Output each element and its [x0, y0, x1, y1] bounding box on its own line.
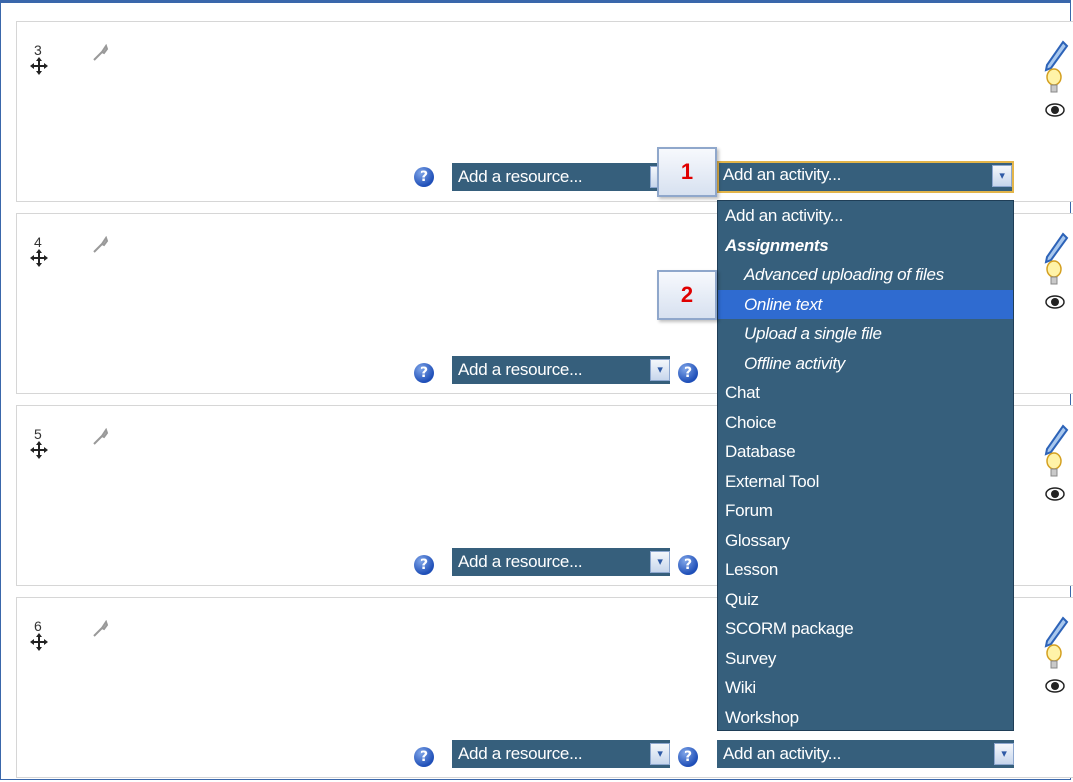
- dropdown-option[interactable]: SCORM package: [718, 614, 1013, 644]
- wrench-icon[interactable]: [91, 620, 109, 638]
- section-number: 5: [34, 426, 42, 442]
- dropdown-option[interactable]: Chat: [718, 378, 1013, 408]
- add-resource-select[interactable]: Add a resource... ▾: [452, 740, 670, 768]
- section-number: 6: [34, 618, 42, 634]
- section-side-icons: [1035, 598, 1073, 718]
- dropdown-option[interactable]: Forum: [718, 496, 1013, 526]
- dropdown-option[interactable]: Glossary: [718, 526, 1013, 556]
- dropdown-option[interactable]: Lesson: [718, 555, 1013, 585]
- move-icon[interactable]: [29, 632, 49, 652]
- help-icon[interactable]: ?: [414, 363, 434, 383]
- wrench-icon[interactable]: [91, 428, 109, 446]
- visibility-eye-icon[interactable]: [1045, 102, 1065, 118]
- move-icon[interactable]: [29, 56, 49, 76]
- add-activity-select[interactable]: Add an activity... ▾: [717, 161, 1014, 193]
- dropdown-option[interactable]: Workshop: [718, 703, 1013, 733]
- add-resource-select-value: Add a resource...: [458, 552, 583, 571]
- step-callout-1: 1: [657, 147, 717, 197]
- add-resource-select-value: Add a resource...: [458, 167, 583, 186]
- add-resource-select[interactable]: Add a resource... ▾: [452, 356, 670, 384]
- dropdown-option[interactable]: Advanced uploading of files: [718, 260, 1013, 290]
- add-activity-select-value: Add an activity...: [723, 165, 842, 184]
- add-activity-select[interactable]: Add an activity... ▾: [717, 740, 1014, 768]
- section-side-icons: [1035, 22, 1073, 142]
- dropdown-option[interactable]: Wiki: [718, 673, 1013, 703]
- wrench-icon[interactable]: [91, 44, 109, 62]
- dropdown-option[interactable]: Add an activity...: [718, 201, 1013, 231]
- section-side-icons: [1035, 214, 1073, 334]
- add-resource-select[interactable]: Add a resource... ▾: [452, 163, 670, 191]
- dropdown-option[interactable]: Upload a single file: [718, 319, 1013, 349]
- highlight-bulb-icon[interactable]: [1045, 451, 1063, 479]
- help-icon[interactable]: ?: [678, 747, 698, 767]
- dropdown-option[interactable]: Survey: [718, 644, 1013, 674]
- chevron-down-icon[interactable]: ▾: [994, 743, 1014, 765]
- add-resource-select[interactable]: Add a resource... ▾: [452, 548, 670, 576]
- step-callout-2: 2: [657, 270, 717, 320]
- wrench-icon[interactable]: [91, 236, 109, 254]
- highlight-bulb-icon[interactable]: [1045, 67, 1063, 95]
- visibility-eye-icon[interactable]: [1045, 678, 1065, 694]
- activity-dropdown-list: Add an activity... Assignments Advanced up…: [717, 200, 1014, 731]
- highlight-bulb-icon[interactable]: [1045, 259, 1063, 287]
- add-activity-select-value: Add an activity...: [723, 744, 842, 763]
- dropdown-option[interactable]: External Tool: [718, 467, 1013, 497]
- section-number: 3: [34, 42, 42, 58]
- help-icon[interactable]: ?: [414, 555, 434, 575]
- dropdown-option[interactable]: Offline activity: [718, 349, 1013, 379]
- chevron-down-icon[interactable]: ▾: [650, 743, 670, 765]
- section-side-icons: [1035, 406, 1073, 526]
- move-icon[interactable]: [29, 440, 49, 460]
- help-icon[interactable]: ?: [678, 363, 698, 383]
- visibility-eye-icon[interactable]: [1045, 486, 1065, 502]
- dropdown-option[interactable]: Online text: [718, 289, 1013, 319]
- help-icon[interactable]: ?: [414, 747, 434, 767]
- chevron-down-icon[interactable]: ▾: [650, 359, 670, 381]
- dropdown-option[interactable]: Choice: [718, 408, 1013, 438]
- add-resource-select-value: Add a resource...: [458, 744, 583, 763]
- section-number: 4: [34, 234, 42, 250]
- add-resource-select-value: Add a resource...: [458, 360, 583, 379]
- chevron-down-icon[interactable]: ▾: [992, 165, 1012, 187]
- help-icon[interactable]: ?: [414, 167, 434, 187]
- highlight-bulb-icon[interactable]: [1045, 643, 1063, 671]
- move-icon[interactable]: [29, 248, 49, 268]
- help-icon[interactable]: ?: [678, 555, 698, 575]
- dropdown-option[interactable]: Database: [718, 437, 1013, 467]
- dropdown-option[interactable]: Quiz: [718, 585, 1013, 615]
- dropdown-optgroup: Assignments: [725, 235, 829, 255]
- visibility-eye-icon[interactable]: [1045, 294, 1065, 310]
- chevron-down-icon[interactable]: ▾: [650, 551, 670, 573]
